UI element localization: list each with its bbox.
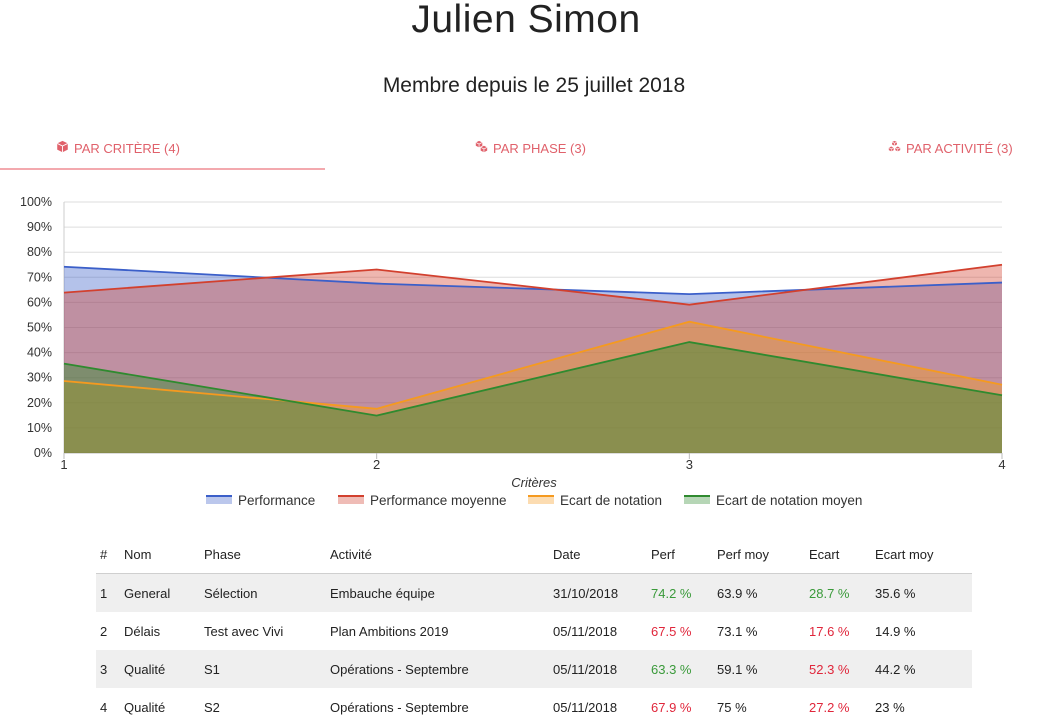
cell-num: 3	[100, 661, 108, 677]
col-header-perf-moy[interactable]: Perf moy	[713, 535, 805, 574]
cell-ecart: 52.3 %	[809, 661, 850, 677]
cell-phase: Test avec Vivi	[204, 623, 284, 639]
legend-item[interactable]: Performance moyenne	[370, 493, 507, 508]
cubes-stack-icon	[888, 140, 901, 156]
col-header-perf[interactable]: Perf	[647, 535, 713, 574]
cell-perf: 67.9 %	[651, 699, 692, 715]
legend-item[interactable]: Performance	[238, 493, 315, 508]
legend-item[interactable]: Ecart de notation moyen	[716, 493, 862, 508]
cell-nom: Qualité	[124, 699, 166, 715]
cell-ecart-moy: 14.9 %	[875, 623, 916, 639]
cell-phase: Sélection	[200, 573, 326, 612]
col-header-ecart-moy[interactable]: Ecart moy	[871, 535, 972, 574]
cell-ecart: 28.7 %	[805, 573, 871, 612]
y-tick-label: 0%	[34, 446, 52, 460]
table-row[interactable]: 3 Qualité S1 Opérations - Septembre 05/11/20…	[96, 650, 972, 688]
cell-activite: Plan Ambitions 2019	[330, 623, 449, 639]
criteria-table: # Nom Phase Activité Date Perf Perf moy …	[96, 535, 972, 726]
cell-date: 05/11/2018	[553, 623, 618, 639]
cell-activite: Opérations - Septembre	[330, 661, 469, 677]
y-tick-label: 20%	[27, 396, 52, 410]
col-header-ecart[interactable]: Ecart	[805, 535, 871, 574]
legend-swatch	[206, 496, 232, 504]
col-header-nom[interactable]: Nom	[120, 535, 200, 574]
cell-date: 05/11/2018	[553, 661, 618, 677]
x-axis-label: Critères	[511, 475, 557, 490]
x-tick-label: 2	[373, 457, 380, 472]
y-tick-label: 40%	[27, 346, 52, 360]
y-tick-label: 70%	[27, 270, 52, 284]
table-row[interactable]: 2 Délais Test avec Vivi Plan Ambitions 2019…	[96, 612, 972, 650]
cell-perf-moy: 63.9 %	[713, 573, 805, 612]
cell-ecart-moy: 35.6 %	[871, 573, 972, 612]
member-since: Membre depuis le 25 juillet 2018	[382, 74, 686, 97]
cell-ecart-moy: 23 %	[875, 699, 905, 715]
x-tick-label: 1	[60, 457, 67, 472]
col-header-activite[interactable]: Activité	[326, 535, 549, 574]
cell-perf: 74.2 %	[647, 573, 713, 612]
cell-num: 2	[100, 623, 108, 639]
table-header-row: # Nom Phase Activité Date Perf Perf moy …	[96, 535, 972, 574]
table-row[interactable]: 1 General Sélection Embauche équipe 31/10/20…	[96, 573, 972, 612]
cell-phase: S1	[204, 661, 220, 677]
y-tick-label: 60%	[27, 295, 52, 309]
y-tick-label: 10%	[27, 421, 52, 435]
cell-date: 31/10/2018	[549, 573, 647, 612]
profile-name: Julien Simon	[411, 0, 641, 41]
legend-swatch	[684, 496, 710, 504]
legend-swatch	[338, 496, 364, 504]
cell-activite: Opérations - Septembre	[330, 699, 469, 715]
cell-nom: General	[120, 573, 200, 612]
y-tick-label: 50%	[27, 321, 52, 335]
x-tick-label: 4	[998, 457, 1005, 472]
legend-swatch	[528, 496, 554, 504]
tab-par-phase[interactable]: PAR PHASE (3)	[475, 140, 586, 156]
col-header-phase[interactable]: Phase	[200, 535, 326, 574]
cell-perf: 67.5 %	[651, 623, 692, 639]
tab-label: PAR CRITÈRE (4)	[74, 140, 180, 156]
y-tick-label: 80%	[27, 245, 52, 259]
x-tick-label: 3	[686, 457, 693, 472]
legend-item[interactable]: Ecart de notation	[560, 493, 662, 508]
cell-perf-moy: 75 %	[717, 699, 747, 715]
cell-perf-moy: 59.1 %	[717, 661, 758, 677]
y-tick-label: 90%	[27, 220, 52, 234]
cell-ecart-moy: 44.2 %	[875, 661, 916, 677]
table-row[interactable]: 4 Qualité S2 Opérations - Septembre 05/11/20…	[96, 688, 972, 726]
cell-nom: Qualité	[124, 661, 166, 677]
cube-icon	[56, 140, 69, 156]
cell-perf-moy: 73.1 %	[717, 623, 758, 639]
tab-par-activite[interactable]: PAR ACTIVITÉ (3)	[888, 140, 1013, 156]
cell-perf: 63.3 %	[651, 661, 692, 677]
y-tick-label: 100%	[20, 195, 52, 209]
tab-label: PAR PHASE (3)	[493, 140, 586, 156]
active-tab-indicator	[0, 168, 325, 170]
cell-num: 4	[100, 699, 108, 715]
tab-label: PAR ACTIVITÉ (3)	[906, 140, 1013, 156]
col-header-date[interactable]: Date	[549, 535, 647, 574]
cell-nom: Délais	[124, 623, 161, 639]
criteria-area-chart: 0% 10% 20% 30% 40% 50% 60% 70% 80% 90% 100% 1 2 3 4 C…	[0, 185, 1052, 525]
cell-date: 05/11/2018	[553, 699, 618, 715]
cell-ecart: 17.6 %	[809, 623, 850, 639]
y-tick-label: 30%	[27, 371, 52, 385]
cell-num: 1	[96, 573, 120, 612]
col-header-num[interactable]: #	[96, 535, 120, 574]
tab-par-critere[interactable]: PAR CRITÈRE (4)	[56, 140, 180, 156]
cubes-icon	[475, 140, 488, 156]
cell-ecart: 27.2 %	[809, 699, 850, 715]
cell-activite: Embauche équipe	[326, 573, 549, 612]
cell-phase: S2	[204, 699, 220, 715]
